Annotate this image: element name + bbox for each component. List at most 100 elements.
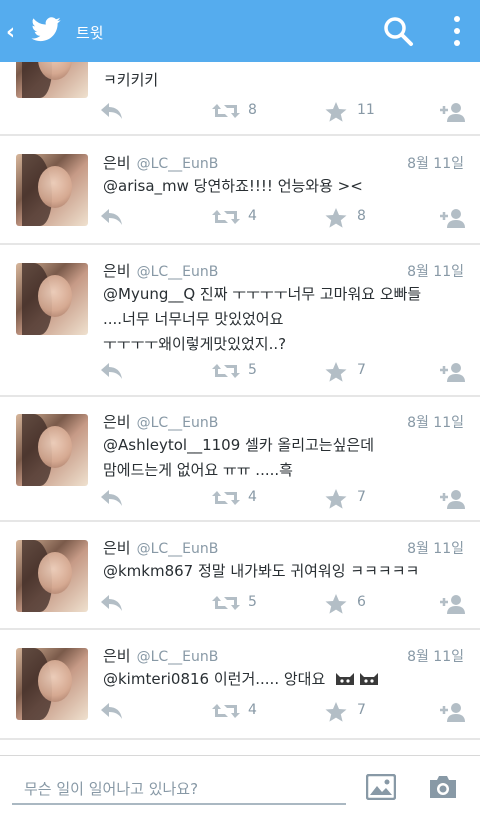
- tweet-text-line: @kmkm867 정말 내가봐도 귀여워잉 ㅋㅋㅋㅋㅋ: [103, 562, 420, 580]
- follow-button[interactable]: [436, 592, 466, 616]
- follow-user-icon: [440, 703, 465, 722]
- reply-icon: [101, 703, 122, 719]
- follow-user-icon: [440, 595, 465, 614]
- user-name[interactable]: 은비: [103, 413, 131, 431]
- favorite-button[interactable]: 7: [325, 700, 375, 724]
- favorite-count: 7: [357, 702, 366, 718]
- compose-bar: 무슨 일이 일어나고 있나요?: [0, 755, 480, 819]
- tweet-actions: 5 7: [0, 360, 480, 384]
- user-name[interactable]: 은비: [103, 647, 131, 665]
- compose-input[interactable]: 무슨 일이 일어나고 있나요?: [24, 778, 198, 799]
- reply-button[interactable]: [100, 487, 124, 511]
- tweet-date: 8월 11일: [407, 541, 464, 557]
- retweet-count: 4: [248, 702, 257, 718]
- chevron-left-icon[interactable]: ‹: [6, 20, 15, 45]
- star-icon: [325, 208, 347, 228]
- tweet-card[interactable]: 은비 @LC__EunB 8월 11일 @kmkm867 정말 내가봐도 귀여워잉…: [0, 522, 480, 628]
- favorite-count: 7: [357, 489, 366, 505]
- user-handle[interactable]: @LC__EunB: [137, 649, 219, 665]
- avatar[interactable]: [16, 414, 88, 486]
- reply-button[interactable]: [100, 100, 124, 124]
- tweet-card[interactable]: 은비 @LC__EunB 8월 11일 @Ashleytol__1109 셀카 올…: [0, 397, 480, 520]
- favorite-count: 6: [357, 594, 366, 610]
- retweet-count: 8: [248, 102, 257, 118]
- reply-button[interactable]: [100, 360, 124, 384]
- favorite-button[interactable]: 11: [325, 100, 375, 124]
- favorite-button[interactable]: 6: [325, 592, 375, 616]
- tweet-text: ㅋ키키키: [103, 68, 465, 93]
- user-name[interactable]: 은비: [103, 539, 131, 557]
- favorite-button[interactable]: 7: [325, 487, 375, 511]
- tweet-date: 8월 11일: [407, 649, 464, 665]
- user-name[interactable]: 은비: [103, 154, 131, 172]
- cat-emoji-icon: [336, 673, 379, 685]
- tweet-text-line: ㅜㅜㅜㅜ왜이렇게맛있었지..?: [103, 335, 287, 353]
- tweet-card[interactable]: 은비 @LC__EunB 8월 11일 @Myung__Q 진짜 ㅜㅜㅜㅜ너무 고…: [0, 245, 480, 395]
- tweet-actions: 4 7: [0, 700, 480, 724]
- retweet-button[interactable]: 5: [212, 360, 262, 384]
- tweet-text: @Ashleytol__1109 셀카 올리고는싶은데 맘에드는게 없어요 ㅠㅠ…: [103, 433, 465, 483]
- follow-button[interactable]: [436, 206, 466, 230]
- tweet-card[interactable]: [0, 740, 480, 755]
- follow-button[interactable]: [436, 100, 466, 124]
- follow-button[interactable]: [436, 487, 466, 511]
- user-handle[interactable]: @LC__EunB: [137, 156, 219, 172]
- retweet-button[interactable]: 8: [212, 100, 262, 124]
- page-title: 트윗: [76, 24, 104, 42]
- follow-user-icon: [440, 103, 465, 122]
- reply-button[interactable]: [100, 206, 124, 230]
- retweet-icon: [212, 596, 240, 610]
- retweet-button[interactable]: 5: [212, 592, 262, 616]
- user-handle[interactable]: @LC__EunB: [137, 264, 219, 280]
- star-icon: [325, 102, 347, 122]
- retweet-count: 4: [248, 208, 257, 224]
- camera-icon[interactable]: [428, 774, 458, 800]
- retweet-button[interactable]: 4: [212, 700, 262, 724]
- retweet-icon: [212, 210, 240, 224]
- retweet-button[interactable]: 4: [212, 206, 262, 230]
- favorite-count: 7: [357, 362, 366, 378]
- avatar[interactable]: [16, 263, 88, 335]
- tweet-actions: 8 11: [0, 100, 480, 124]
- retweet-icon: [212, 704, 240, 718]
- twitter-bird-icon[interactable]: [28, 14, 64, 46]
- tweet-card[interactable]: 은비 @LC__EunB 8월 11일 @kimteri0816 이런거.....…: [0, 630, 480, 738]
- compose-underline: [12, 803, 346, 805]
- favorite-button[interactable]: 8: [325, 206, 375, 230]
- tweet-text: @kmkm867 정말 내가봐도 귀여워잉 ㅋㅋㅋㅋㅋ: [103, 559, 465, 584]
- search-icon[interactable]: [381, 14, 415, 48]
- user-handle[interactable]: @LC__EunB: [137, 415, 219, 431]
- reply-icon: [101, 595, 122, 611]
- retweet-button[interactable]: 4: [212, 487, 262, 511]
- favorite-count: 11: [357, 102, 375, 118]
- reply-button[interactable]: [100, 592, 124, 616]
- tweet-text: @arisa_mw 당연하죠!!!! 언능와용 ><: [103, 174, 465, 199]
- user-name[interactable]: 은비: [103, 262, 131, 280]
- tweet-text-line: ....너무 너무너무 맛있었어요: [103, 310, 284, 328]
- tweet-feed[interactable]: ㅋ키키키 8 11 은비 @LC__EunB 8월 11일 @arisa_mw …: [0, 62, 480, 755]
- follow-button[interactable]: [436, 360, 466, 384]
- reply-button[interactable]: [100, 700, 124, 724]
- user-handle[interactable]: @LC__EunB: [137, 541, 219, 557]
- star-icon: [325, 362, 347, 382]
- tweet-actions: 4 8: [0, 206, 480, 230]
- tweet-actions: 4 7: [0, 487, 480, 511]
- reply-icon: [101, 490, 122, 506]
- tweet-text: @Myung__Q 진짜 ㅜㅜㅜㅜ너무 고마워요 오빠들 ....너무 너무너무…: [103, 282, 465, 357]
- favorite-button[interactable]: 7: [325, 360, 375, 384]
- tweet-date: 8월 11일: [407, 264, 464, 280]
- overflow-menu-icon[interactable]: [446, 14, 468, 48]
- reply-icon: [101, 209, 122, 225]
- tweet-card[interactable]: ㅋ키키키 8 11: [0, 62, 480, 134]
- top-app-bar: ‹ 트윗: [0, 0, 480, 62]
- image-icon[interactable]: [366, 774, 396, 800]
- follow-button[interactable]: [436, 700, 466, 724]
- tweet-text-line: @kimteri0816 이런거..... 앙대요: [103, 670, 326, 688]
- tweet-text-line: @Myung__Q 진짜 ㅜㅜㅜㅜ너무 고마워요 오빠들: [103, 285, 422, 303]
- follow-user-icon: [440, 209, 465, 228]
- avatar[interactable]: [16, 62, 88, 98]
- tweet-text-line: 맘에드는게 없어요 ㅠㅠ .....흑: [103, 461, 293, 479]
- retweet-count: 5: [248, 594, 257, 610]
- tweet-card[interactable]: 은비 @LC__EunB 8월 11일 @arisa_mw 당연하죠!!!! 언능…: [0, 136, 480, 243]
- tweet-actions: 5 6: [0, 592, 480, 616]
